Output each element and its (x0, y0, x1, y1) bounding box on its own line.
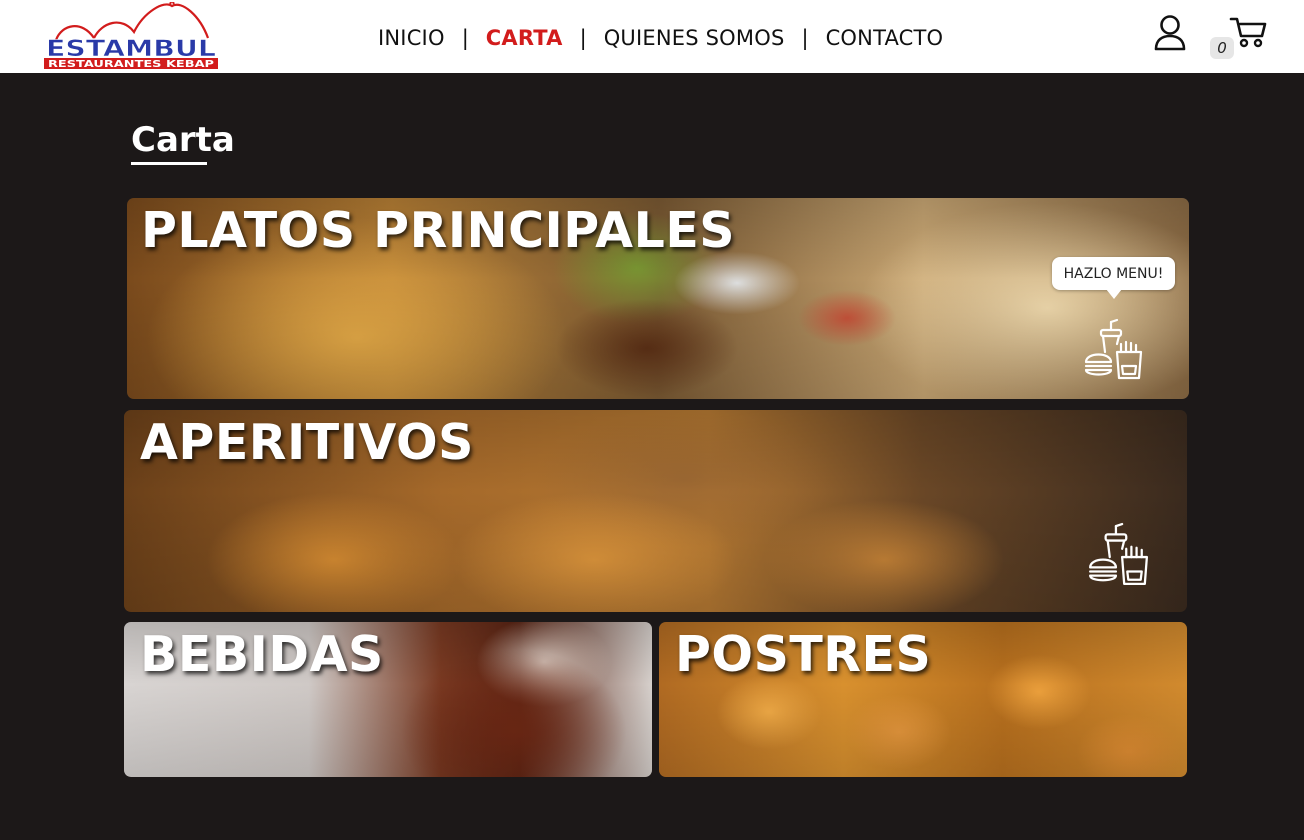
category-label: BEBIDAS (140, 626, 384, 683)
title-underline (131, 162, 207, 165)
logo-graphic: ESTAMBUL RESTAURANTES KEBAP (44, 0, 218, 70)
combo-menu-icon[interactable] (1085, 522, 1149, 586)
category-label: PLATOS PRINCIPALES (141, 202, 736, 259)
brand-logo[interactable]: ESTAMBUL RESTAURANTES KEBAP (42, 0, 220, 70)
category-label: APERITIVOS (140, 414, 474, 471)
category-card-postres[interactable]: POSTRES (659, 622, 1187, 777)
nav-item-quienes-somos[interactable]: QUIENES SOMOS (604, 26, 785, 50)
category-card-platos-principales[interactable]: PLATOS PRINCIPALES HAZLO MENU! (127, 198, 1189, 399)
make-menu-tooltip: HAZLO MENU! (1052, 257, 1175, 299)
nav-separator: | (801, 26, 809, 50)
category-label: POSTRES (675, 626, 932, 683)
user-icon[interactable] (1152, 13, 1188, 53)
nav-separator: | (579, 26, 587, 50)
site-header: ESTAMBUL RESTAURANTES KEBAP INICIO | CAR… (0, 0, 1304, 73)
category-card-bebidas[interactable]: BEBIDAS (124, 622, 652, 777)
nav-item-inicio[interactable]: INICIO (378, 26, 445, 50)
logo-tagline: RESTAURANTES KEBAP (48, 59, 214, 70)
category-card-aperitivos[interactable]: APERITIVOS (124, 410, 1187, 612)
nav-separator: | (461, 26, 469, 50)
main-nav: INICIO | CARTA | QUIENES SOMOS | CONTACT… (378, 22, 943, 54)
page-title: Carta (131, 120, 235, 160)
cart-icon[interactable] (1228, 14, 1268, 50)
nav-item-contacto[interactable]: CONTACTO (826, 26, 944, 50)
nav-item-carta[interactable]: CARTA (486, 26, 563, 50)
combo-menu-icon[interactable] (1081, 318, 1145, 382)
